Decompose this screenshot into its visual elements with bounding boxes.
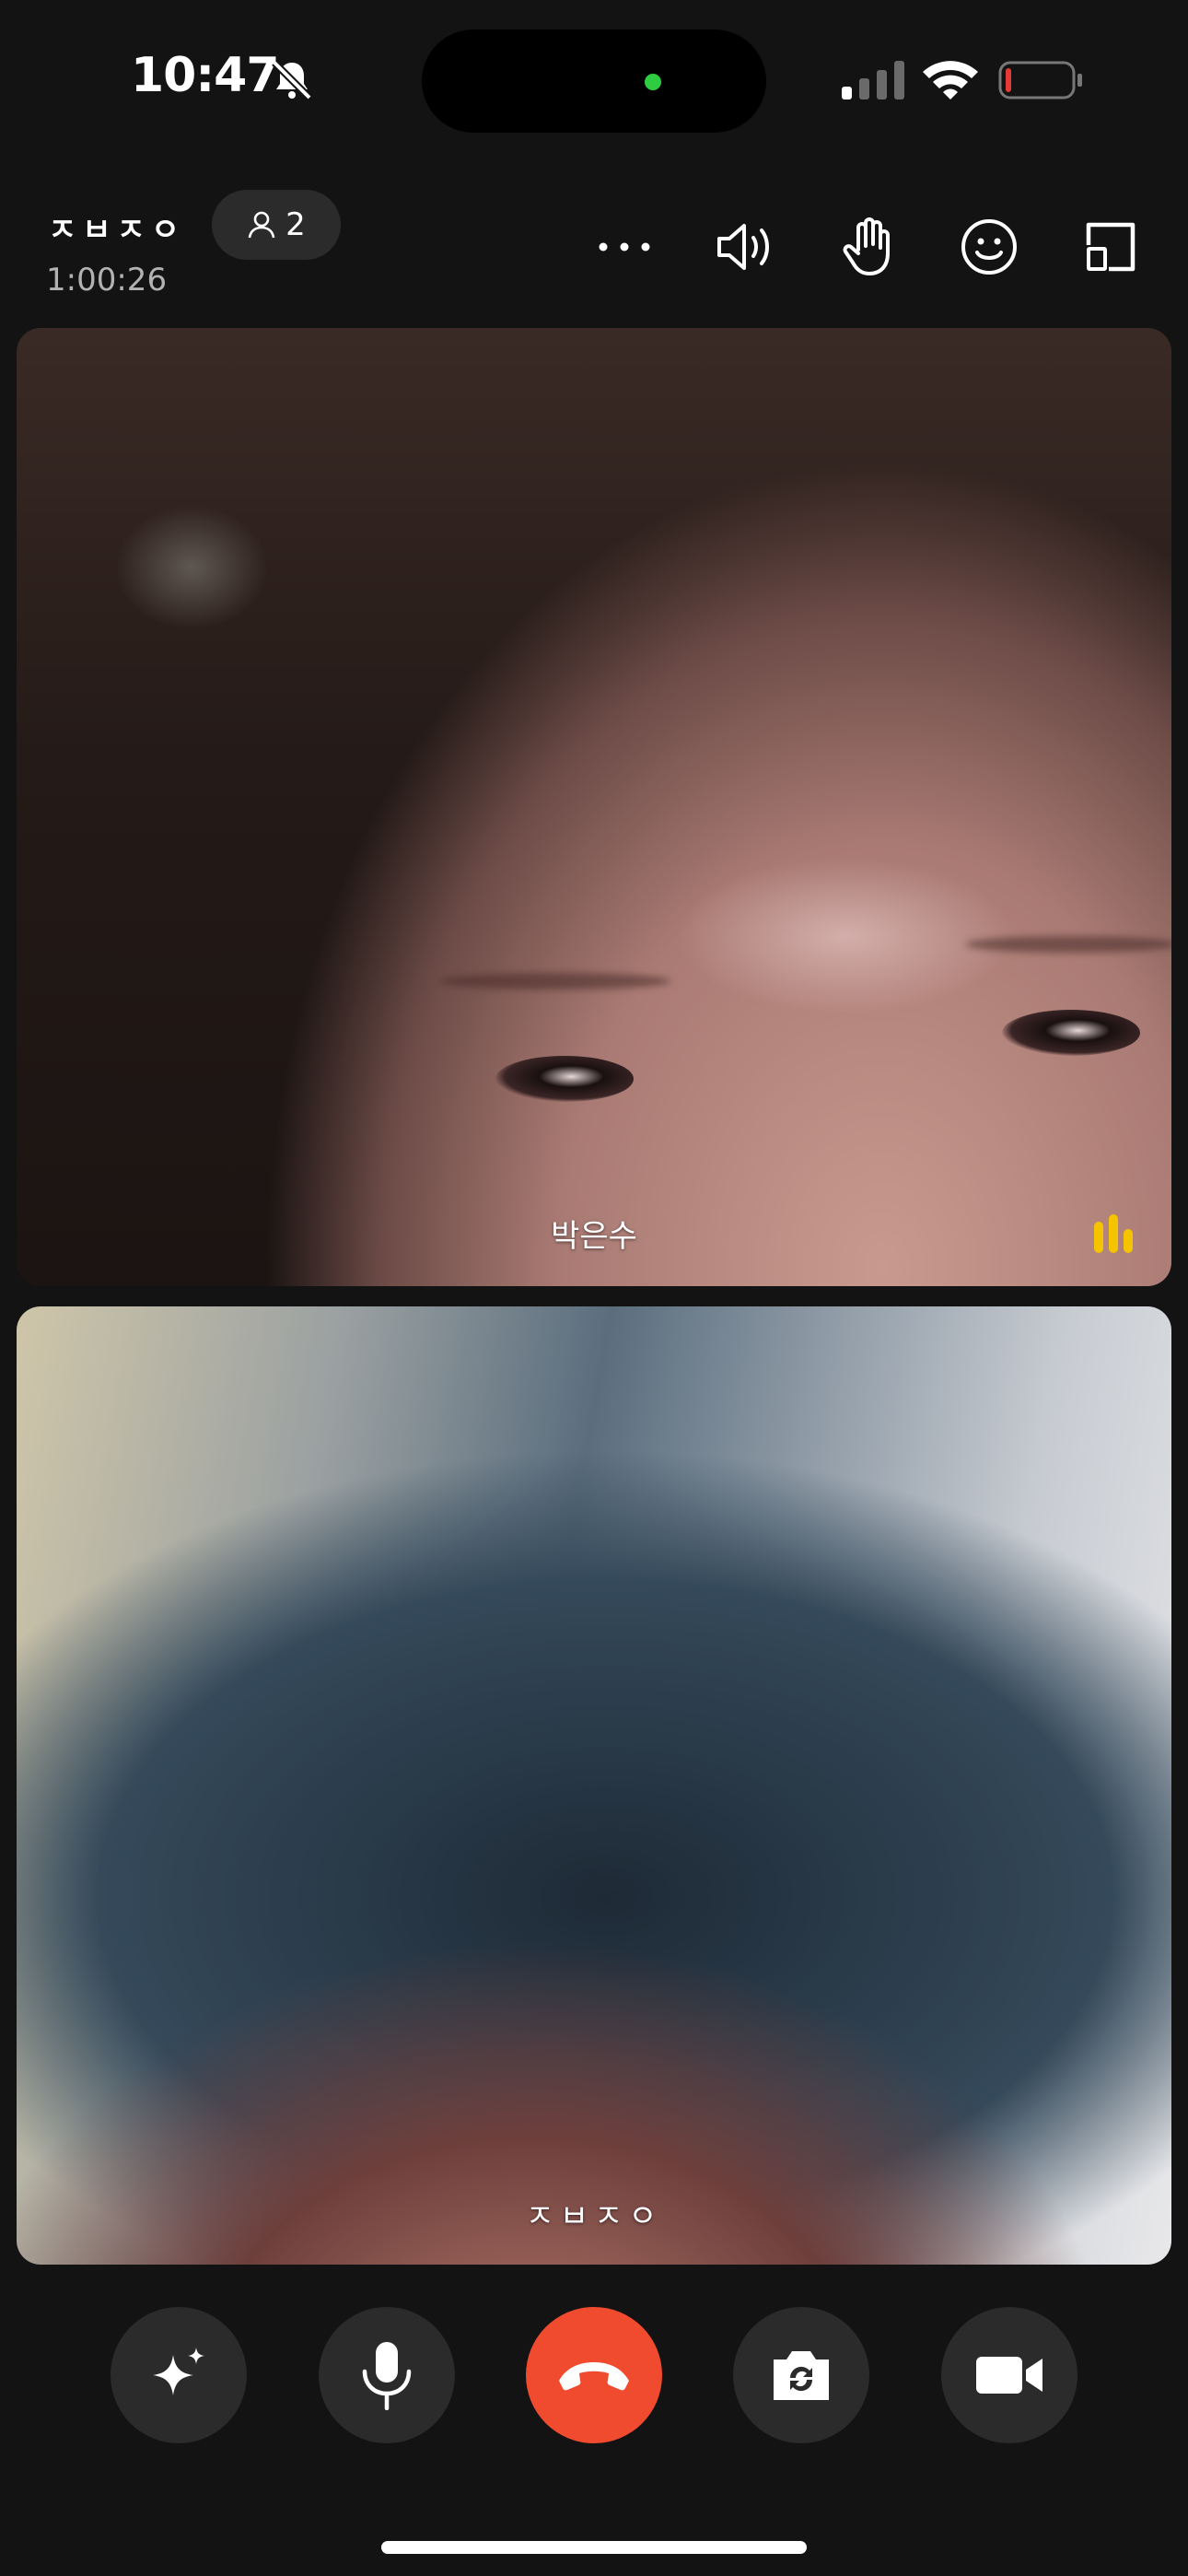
camera-active-indicator (645, 74, 661, 90)
wifi-icon (923, 61, 978, 100)
battery-low-icon (998, 61, 1082, 100)
speaker-button[interactable] (713, 214, 779, 280)
end-call-button[interactable] (526, 2307, 662, 2443)
end-call-icon (559, 2362, 629, 2391)
participants-button[interactable]: 2 (212, 190, 341, 260)
switch-camera-button[interactable] (733, 2307, 869, 2443)
raise-hand-button[interactable] (834, 214, 901, 280)
video-frame-detail (965, 936, 1171, 953)
dynamic-island (422, 29, 766, 133)
effects-sparkle-icon (153, 2348, 204, 2395)
more-options-icon (599, 242, 650, 252)
emoji-reaction-icon (961, 219, 1017, 275)
video-camera-button[interactable] (941, 2307, 1077, 2443)
home-indicator[interactable] (381, 2541, 807, 2554)
participant-count: 2 (285, 206, 306, 243)
layout-toggle-icon (1086, 222, 1136, 272)
remote-video-tile[interactable]: 박은수 (17, 328, 1171, 1286)
video-frame-detail (440, 973, 670, 989)
speaking-indicator-icon (1094, 1214, 1142, 1253)
video-frame-detail (1002, 1010, 1140, 1056)
switch-camera-icon (774, 2351, 829, 2400)
participant-name-label: 박은수 (551, 1218, 637, 1255)
participant-name-label: ㅈㅂㅈㅇ (525, 2198, 663, 2235)
status-time: 10:47 (131, 48, 280, 103)
person-icon (248, 211, 275, 239)
self-video-tile[interactable]: ㅈㅂㅈㅇ (17, 1306, 1171, 2265)
video-frame-detail (495, 1056, 634, 1102)
raise-hand-icon (843, 217, 890, 275)
cellular-signal-icon (842, 61, 904, 100)
microphone-icon (362, 2342, 412, 2410)
microphone-button[interactable] (319, 2307, 455, 2443)
call-title: ㅈㅂㅈㅇ (48, 212, 186, 249)
layout-toggle-button[interactable] (1077, 214, 1144, 280)
speaker-icon (717, 224, 769, 270)
effects-button[interactable] (111, 2307, 247, 2443)
more-options-button[interactable] (591, 214, 658, 280)
call-duration: 1:00:26 (46, 262, 168, 299)
emoji-reaction-button[interactable] (956, 214, 1022, 280)
bell-muted-icon (272, 60, 312, 100)
video-camera-icon (976, 2357, 1042, 2394)
